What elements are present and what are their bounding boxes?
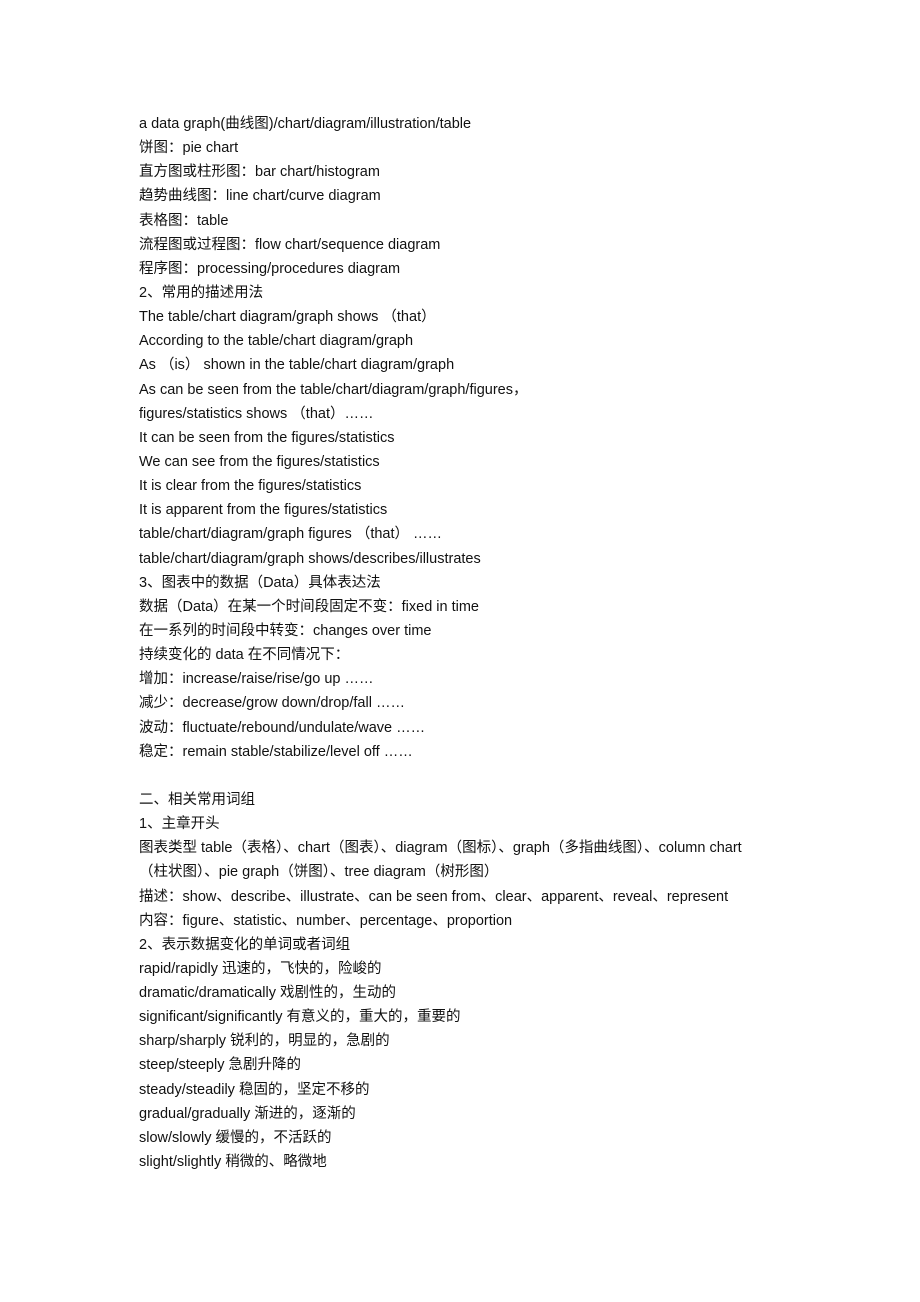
text-line: It can be seen from the figures/statisti… (139, 429, 395, 446)
text-line: slow/slowly 缓慢的，不活跃的 (139, 1129, 332, 1146)
text-line: 数据（Data）在某一个时间段固定不变：fixed in time (139, 598, 479, 615)
text-line: table/chart/diagram/graph figures （that）… (139, 526, 443, 543)
text-line: a data graph(曲线图)/chart/diagram/illustra… (139, 116, 472, 132)
text-line: 饼图：pie chart (139, 140, 239, 157)
text-line: 减少：decrease/grow down/drop/fall …… (139, 695, 405, 712)
text-line: 内容：figure、statistic、number、percentage、pr… (139, 912, 513, 929)
text-line: 1、主章开头 (139, 816, 220, 833)
document-body: a data graph(曲线图)/chart/diagram/illustra… (139, 112, 799, 1174)
text-line: As can be seen from the table/chart/diag… (139, 381, 528, 398)
text-line: steep/steeply 急剧升降的 (139, 1057, 301, 1074)
text-line: As （is） shown in the table/chart diagram… (139, 357, 455, 374)
text-line: The table/chart diagram/graph shows （tha… (139, 309, 436, 326)
text-line: rapid/rapidly 迅速的，飞快的，险峻的 (139, 960, 382, 977)
text-line: table/chart/diagram/graph shows/describe… (139, 550, 481, 567)
text-line: figures/statistics shows （that）…… (139, 405, 374, 422)
text-line: It is apparent from the figures/statisti… (139, 502, 388, 519)
text-line: 持续变化的 data 在不同情况下： (139, 647, 350, 664)
text-line: 程序图：processing/procedures diagram (139, 260, 401, 277)
text-line: significant/significantly 有意义的，重大的，重要的 (139, 1009, 461, 1026)
text-line: 流程图或过程图：flow chart/sequence diagram (139, 236, 441, 253)
text-line: 2、表示数据变化的单词或者词组 (139, 936, 351, 953)
text-line: sharp/sharply 锐利的，明显的，急剧的 (139, 1033, 390, 1050)
text-line: gradual/gradually 渐进的，逐渐的 (139, 1105, 356, 1122)
text-line: We can see from the figures/statistics (139, 453, 380, 470)
text-line: dramatic/dramatically 戏剧性的，生动的 (139, 985, 397, 1002)
text-line: It is clear from the figures/statistics (139, 478, 362, 495)
text-line: 在一系列的时间段中转变：changes over time (139, 622, 432, 639)
text-line: （柱状图）、pie graph（饼图）、tree diagram（树形图） (139, 864, 499, 881)
text-line: 3、图表中的数据（Data）具体表达法 (139, 574, 381, 591)
text-line: 表格图：table (139, 212, 229, 229)
text-line: slight/slightly 稍微的、略微地 (139, 1154, 327, 1171)
text-line: 直方图或柱形图：bar chart/histogram (139, 164, 380, 181)
text-line: 二、相关常用词组 (139, 791, 255, 808)
text-line: steady/steadily 稳固的，坚定不移的 (139, 1081, 370, 1098)
text-line: 稳定：remain stable/stabilize/level off …… (139, 743, 413, 760)
text-line: 图表类型 table（表格）、chart（图表）、diagram（图标）、gra… (139, 840, 742, 857)
text-line: According to the table/chart diagram/gra… (139, 333, 414, 350)
text-line: 2、常用的描述用法 (139, 284, 264, 301)
text-line: 趋势曲线图：line chart/curve diagram (139, 188, 381, 205)
text-line: 波动：fluctuate/rebound/undulate/wave …… (139, 719, 426, 736)
text-line: 描述：show、describe、illustrate、can be seen … (139, 888, 729, 905)
text-line: 增加：increase/raise/rise/go up …… (139, 671, 374, 688)
